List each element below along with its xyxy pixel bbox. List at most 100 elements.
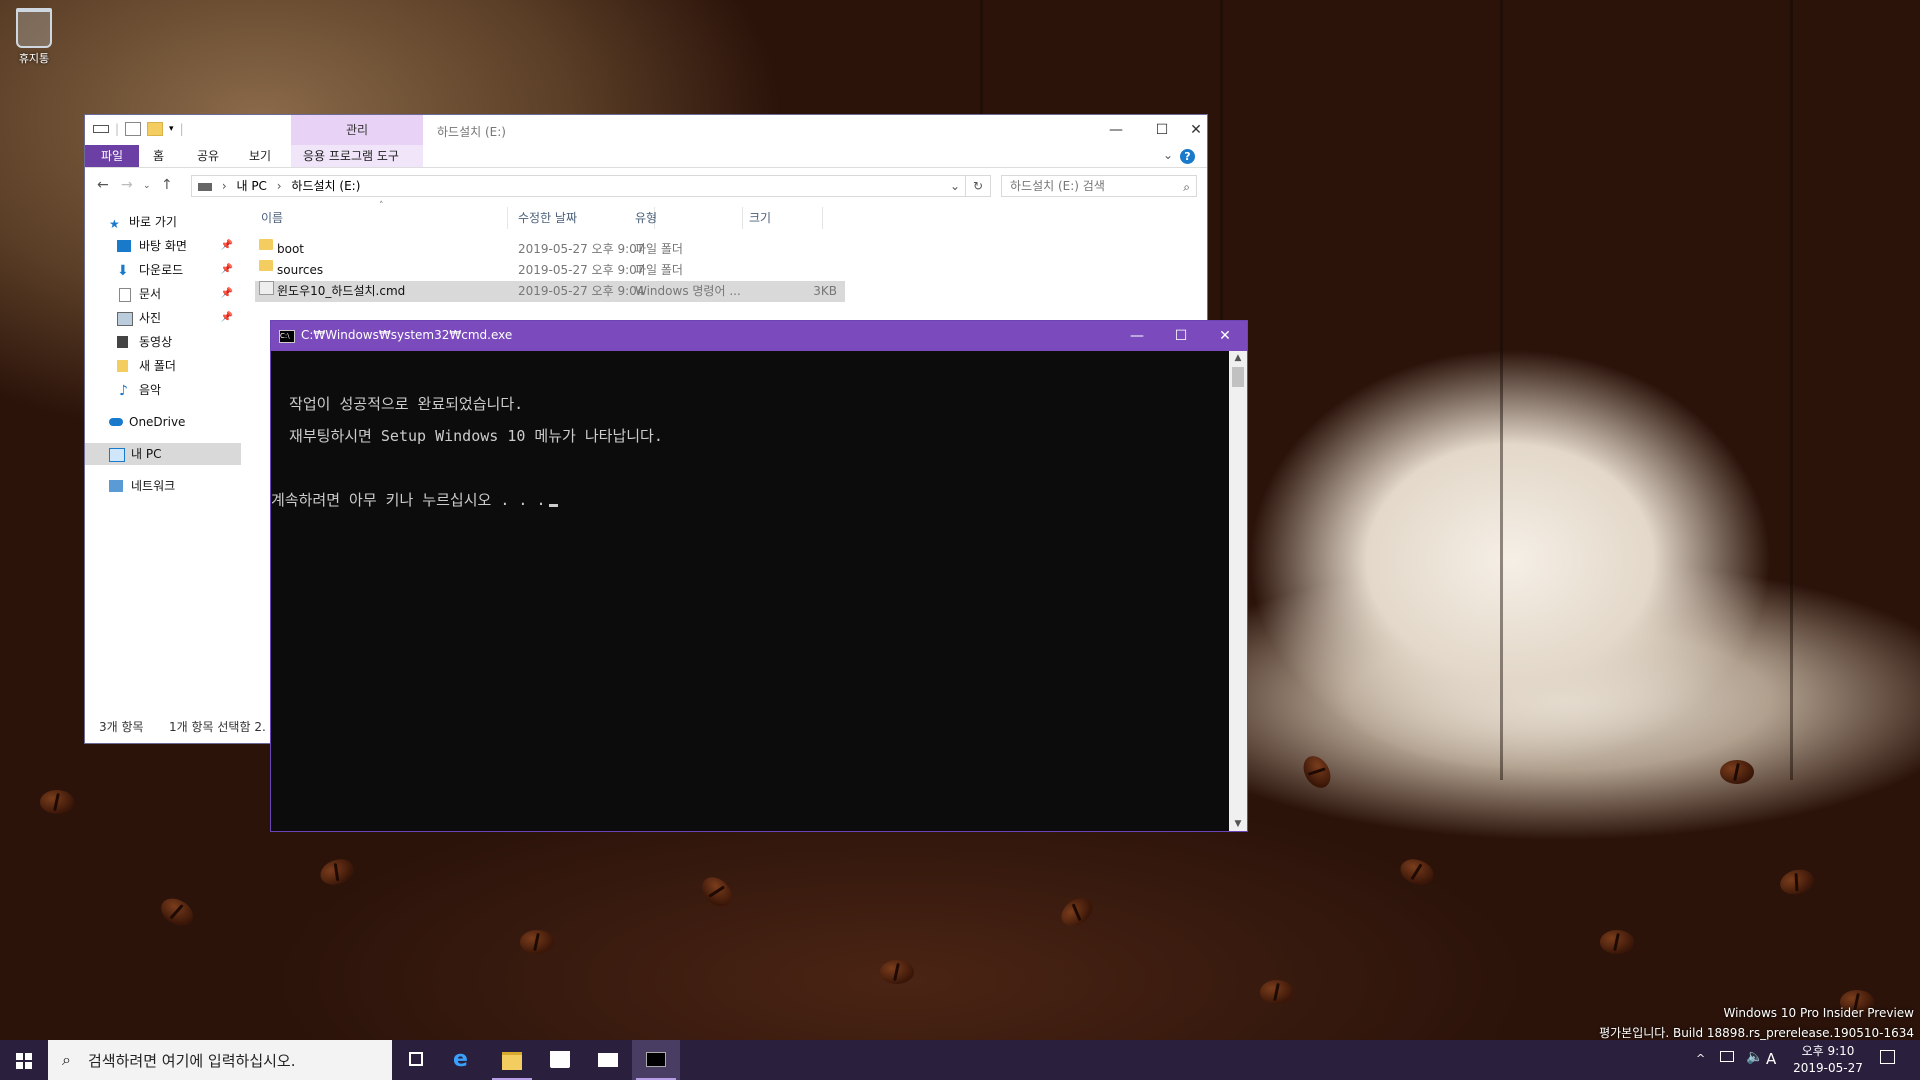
help-icon[interactable]: ? xyxy=(1180,149,1195,164)
tab-home[interactable]: 홈 xyxy=(141,145,176,167)
file-type: 파일 폴더 xyxy=(635,242,683,256)
pin-icon[interactable]: 📌 xyxy=(221,307,233,329)
cmd-close-button[interactable]: ✕ xyxy=(1203,321,1247,351)
action-center-button[interactable] xyxy=(1880,1050,1895,1090)
breadcrumb-this-pc[interactable]: 내 PC xyxy=(236,179,266,193)
nav-documents[interactable]: 문서 📌 xyxy=(85,283,241,305)
cmd-scrollbar[interactable]: ▲ ▼ xyxy=(1229,351,1247,831)
tab-application-tools[interactable]: 응용 프로그램 도구 xyxy=(291,145,423,167)
nav-videos[interactable]: 동영상 xyxy=(85,331,241,353)
nav-new-folder[interactable]: 새 폴더 xyxy=(85,355,241,377)
file-row[interactable]: boot 2019-05-27 오후 9:07 파일 폴더 xyxy=(255,239,845,260)
console-output[interactable]: 작업이 성공적으로 완료되었습니다. 재부팅하시면 Setup Windows … xyxy=(271,351,1229,831)
file-row[interactable]: sources 2019-05-27 오후 9:07 파일 폴더 xyxy=(255,260,845,281)
picture-icon xyxy=(117,312,133,326)
nav-pictures[interactable]: 사진 📌 xyxy=(85,307,241,329)
cmd-file-icon xyxy=(259,281,274,295)
start-button[interactable] xyxy=(0,1040,48,1080)
tab-view[interactable]: 보기 xyxy=(237,145,283,167)
console-icon xyxy=(646,1052,666,1067)
column-header-type[interactable]: 유형 xyxy=(629,207,743,229)
task-view-button[interactable] xyxy=(392,1040,440,1080)
cmd-taskbar-button[interactable] xyxy=(632,1040,680,1080)
file-explorer-button[interactable] xyxy=(488,1040,536,1080)
search-icon[interactable]: ⌕ xyxy=(1183,177,1190,197)
recycle-bin-label: 휴지통 xyxy=(18,52,50,65)
minimize-button[interactable]: — xyxy=(1093,115,1139,145)
address-dropdown-icon[interactable]: ⌄ xyxy=(950,176,960,196)
tab-manage[interactable]: 관리 xyxy=(291,115,423,145)
nav-desktop[interactable]: 바탕 화면 📌 xyxy=(85,235,241,257)
nav-quick-access[interactable]: ★ 바로 가기 xyxy=(85,211,241,233)
pin-icon[interactable]: 📌 xyxy=(221,283,233,305)
volume-icon[interactable]: 🔈 xyxy=(1746,1049,1763,1089)
tab-file[interactable]: 파일 xyxy=(85,145,139,167)
ribbon-expand-icon[interactable]: ⌄ xyxy=(1163,148,1173,162)
navigation-pane: ★ 바로 가기 바탕 화면 📌 ⬇ 다운로드 📌 문서 📌 사진 📌 동영상 새… xyxy=(85,211,245,711)
tab-share[interactable]: 공유 xyxy=(185,145,231,167)
task-view-icon xyxy=(409,1052,423,1066)
new-folder-icon[interactable] xyxy=(147,122,164,136)
coffee-bean xyxy=(316,854,358,890)
file-type: Windows 명령어 ... xyxy=(635,284,741,298)
file-row-selected[interactable]: 윈도우10_하드설치.cmd 2019-05-27 오후 9:04 Window… xyxy=(255,281,845,302)
text-cursor xyxy=(549,504,559,507)
cmd-minimize-button[interactable]: — xyxy=(1115,321,1159,351)
cmd-titlebar[interactable]: C:\ C:₩Windows₩system32₩cmd.exe — ☐ ✕ xyxy=(271,321,1247,351)
video-icon xyxy=(117,336,128,348)
ime-indicator[interactable]: A xyxy=(1766,1050,1776,1090)
recycle-bin-icon xyxy=(16,8,52,48)
clock-time: 오후 9:10 xyxy=(1801,1044,1855,1058)
console-prompt-line: 계속하려면 아무 키나 누르십시오 . . . xyxy=(271,489,559,510)
breadcrumb-drive[interactable]: 하드설치 (E:) xyxy=(291,179,360,193)
explorer-titlebar[interactable]: | ▾ | 관리 하드설치 (E:) — ☐ ✕ xyxy=(85,115,1207,145)
nav-onedrive[interactable]: OneDrive xyxy=(85,411,241,433)
file-date: 2019-05-27 오후 9:07 xyxy=(518,242,645,256)
pin-icon[interactable]: 📌 xyxy=(221,235,233,257)
scroll-up-icon[interactable]: ▲ xyxy=(1229,353,1247,363)
nav-network[interactable]: 네트워크 xyxy=(85,475,241,497)
column-header-size[interactable]: 크기 xyxy=(743,207,823,229)
qat-separator: | xyxy=(179,122,184,136)
status-item-count: 3개 항목 xyxy=(99,720,144,734)
taskbar-search[interactable]: ⌕ 검색하려면 여기에 입력하십시오. xyxy=(48,1040,392,1080)
recent-locations-icon[interactable]: ⌄ xyxy=(143,181,151,191)
watermark-edition: Windows 10 Pro Insider Preview xyxy=(1723,1006,1914,1020)
search-box[interactable]: 하드설치 (E:) 검색 ⌕ xyxy=(1001,175,1197,197)
network-tray-icon[interactable] xyxy=(1720,1051,1734,1091)
file-date: 2019-05-27 오후 9:04 xyxy=(518,284,645,298)
forward-arrow-icon[interactable]: → xyxy=(121,177,133,193)
maximize-button[interactable]: ☐ xyxy=(1139,115,1185,145)
store-button[interactable] xyxy=(536,1040,584,1080)
mail-button[interactable] xyxy=(584,1040,632,1080)
back-arrow-icon[interactable]: ← xyxy=(97,177,109,193)
taskbar: ⌕ 검색하려면 여기에 입력하십시오. e ^ 🔈 A 오후 9:10 2019… xyxy=(0,1040,1920,1080)
scroll-thumb[interactable] xyxy=(1232,367,1244,387)
address-bar[interactable]: › 내 PC › 하드설치 (E:) ⌄ xyxy=(191,175,991,197)
coffee-bean xyxy=(40,790,74,814)
up-arrow-icon[interactable]: ↑ xyxy=(161,177,173,193)
nav-downloads[interactable]: ⬇ 다운로드 📌 xyxy=(85,259,241,281)
scroll-down-icon[interactable]: ▼ xyxy=(1229,819,1247,829)
refresh-button[interactable]: ↻ xyxy=(965,175,990,197)
nav-music[interactable]: ♪ 음악 xyxy=(85,379,241,401)
edge-button[interactable]: e xyxy=(440,1040,488,1080)
folder-icon xyxy=(117,360,128,372)
cmd-maximize-button[interactable]: ☐ xyxy=(1159,321,1203,351)
show-hidden-icons[interactable]: ^ xyxy=(1696,1052,1705,1092)
qat-dropdown-icon[interactable]: ▾ xyxy=(169,124,174,134)
coffee-bean xyxy=(156,893,198,931)
quick-access-toolbar: | ▾ | xyxy=(93,122,184,136)
nav-label: 바탕 화면 xyxy=(139,239,187,253)
nav-this-pc[interactable]: 내 PC xyxy=(85,443,241,465)
nav-label: OneDrive xyxy=(129,415,186,429)
music-icon: ♪ xyxy=(119,383,128,399)
clock[interactable]: 오후 9:10 2019-05-27 xyxy=(1790,1043,1866,1077)
recycle-bin[interactable]: 휴지통 xyxy=(14,8,54,66)
console-line: 작업이 성공적으로 완료되었습니다. xyxy=(271,395,524,413)
pin-icon[interactable]: 📌 xyxy=(221,259,233,281)
properties-icon[interactable] xyxy=(125,122,142,136)
close-button[interactable]: ✕ xyxy=(1185,115,1207,145)
wood-plank-line xyxy=(1790,0,1793,780)
column-header-name[interactable]: 이름 ˄ xyxy=(255,201,508,229)
